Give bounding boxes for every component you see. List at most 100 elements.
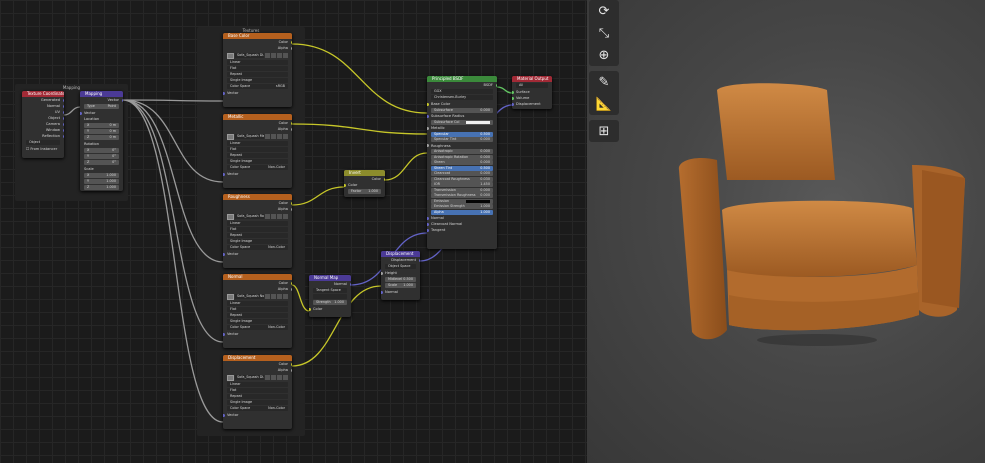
socket-icon[interactable] — [62, 122, 64, 126]
output-alpha[interactable]: Alpha — [223, 367, 292, 373]
socket-icon[interactable] — [383, 177, 385, 181]
3d-viewport[interactable]: ⟳ ⤡ ⊕ ✎ 📐 ⊞ — [587, 0, 985, 463]
interpolation-dropdown[interactable]: Linear — [227, 60, 288, 65]
source-dropdown[interactable]: Single Image — [227, 400, 288, 405]
image-selector[interactable]: Sofa_Squash Ro... — [227, 213, 288, 220]
socket-icon[interactable] — [512, 96, 514, 100]
image-name[interactable]: Sofa_Squash Di... — [235, 375, 264, 380]
input-subsurface-col[interactable]: Subsurface Col — [431, 119, 493, 125]
duplicate-icon[interactable] — [271, 53, 276, 58]
socket-icon[interactable] — [290, 368, 292, 372]
socket-icon[interactable] — [427, 102, 429, 106]
image-name[interactable]: Sofa_Squash No... — [235, 294, 264, 299]
close-icon[interactable] — [283, 294, 288, 299]
source-dropdown[interactable]: Single Image — [227, 78, 288, 83]
shield-icon[interactable] — [265, 214, 270, 219]
add-cube-tool[interactable]: ⊞ — [589, 120, 619, 142]
close-icon[interactable] — [283, 214, 288, 219]
close-icon[interactable] — [283, 375, 288, 380]
normal-map-node[interactable]: Normal Map Normal Tangent Space Strength… — [309, 275, 351, 317]
texture-coordinate-node[interactable]: Texture Coordinate Generated Normal UV O… — [22, 91, 64, 158]
interpolation-dropdown[interactable]: Linear — [227, 221, 288, 226]
projection-dropdown[interactable]: Flat — [227, 66, 288, 71]
color-space-dropdown[interactable]: Color Space Non-Color — [227, 245, 288, 250]
socket-icon[interactable] — [80, 111, 82, 115]
extension-dropdown[interactable]: Repeat — [227, 394, 288, 399]
output-alpha[interactable]: Alpha — [223, 45, 292, 51]
close-icon[interactable] — [283, 53, 288, 58]
extension-dropdown[interactable]: Repeat — [227, 233, 288, 238]
input-vector[interactable]: Vector — [223, 251, 292, 257]
space-dropdown[interactable]: Object Space — [385, 264, 416, 269]
scale-tool[interactable]: ⤡ — [589, 22, 619, 44]
color-space-dropdown[interactable]: Color Space sRGB — [227, 84, 288, 89]
socket-icon[interactable] — [290, 127, 292, 131]
socket-icon[interactable] — [223, 252, 225, 256]
input-clearcoat-roughness[interactable]: Clearcoat Roughness 0.030 — [431, 176, 493, 182]
image-selector[interactable]: Sofa_Squash Me... — [227, 133, 288, 140]
factor-field[interactable]: Factor 1.000 — [348, 189, 381, 194]
input-transmission[interactable]: Transmission 0.000 — [431, 187, 493, 193]
image-texture-node-base-color[interactable]: Base Color Color Alpha Sofa_Squash Di...… — [223, 33, 292, 107]
socket-icon[interactable] — [223, 332, 225, 336]
input-specular[interactable]: Specular 0.500 — [431, 131, 493, 137]
scale-z[interactable]: Z 1.000 — [84, 185, 119, 190]
input-vector[interactable]: Vector — [223, 412, 292, 418]
rotation-z[interactable]: Z 0° — [84, 160, 119, 165]
shield-icon[interactable] — [265, 134, 270, 139]
object-field[interactable]: Object — [26, 140, 60, 145]
image-texture-node-normal[interactable]: Normal Color Alpha Sofa_Squash No... Lin… — [223, 274, 292, 348]
socket-icon[interactable] — [290, 362, 292, 366]
duplicate-icon[interactable] — [271, 294, 276, 299]
output-vector[interactable]: Vector — [80, 97, 123, 103]
socket-icon[interactable] — [427, 114, 429, 118]
from-instancer-checkbox[interactable]: ☐ From Instancer — [22, 146, 64, 152]
socket-icon[interactable] — [290, 201, 292, 205]
subsurface-method-dropdown[interactable]: Christensen-Burley — [431, 95, 493, 100]
socket-icon[interactable] — [290, 281, 292, 285]
output-alpha[interactable]: Alpha — [223, 286, 292, 292]
input-specular-tint[interactable]: Specular Tint 0.000 — [431, 137, 493, 142]
input-roughness[interactable]: Roughness — [427, 143, 497, 149]
socket-icon[interactable] — [223, 172, 225, 176]
rotate-tool[interactable]: ⟳ — [589, 0, 619, 22]
measure-tool[interactable]: 📐 — [589, 93, 619, 115]
socket-icon[interactable] — [418, 258, 420, 262]
image-name[interactable]: Sofa_Squash Ro... — [235, 214, 264, 219]
socket-icon[interactable] — [62, 110, 64, 114]
shield-icon[interactable] — [265, 53, 270, 58]
source-dropdown[interactable]: Single Image — [227, 319, 288, 324]
input-sheen-tint[interactable]: Sheen Tint 0.500 — [431, 165, 493, 171]
color-swatch[interactable] — [466, 120, 490, 124]
socket-icon[interactable] — [223, 413, 225, 417]
mapping-node[interactable]: Mapping Vector Type Point Vector Location… — [80, 91, 123, 191]
duplicate-icon[interactable] — [271, 214, 276, 219]
socket-icon[interactable] — [223, 91, 225, 95]
folder-icon[interactable] — [277, 134, 282, 139]
socket-icon[interactable] — [495, 83, 497, 87]
socket-icon[interactable] — [512, 90, 514, 94]
extension-dropdown[interactable]: Repeat — [227, 313, 288, 318]
socket-icon[interactable] — [427, 126, 429, 130]
input-anisotropic-rotation[interactable]: Anisotropic Rotation 0.000 — [431, 154, 493, 160]
location-z[interactable]: Z0 m — [84, 135, 119, 140]
input-transmission-roughness[interactable]: Transmission Roughness 0.000 — [431, 193, 493, 198]
input-clearcoat[interactable]: Clearcoat 0.000 — [431, 171, 493, 176]
image-texture-node-displacement[interactable]: Displacement Color Alpha Sofa_Squash Di.… — [223, 355, 292, 429]
input-vector[interactable]: Vector — [223, 331, 292, 337]
socket-icon[interactable] — [427, 222, 429, 226]
rotation-y[interactable]: Y 0° — [84, 154, 119, 159]
socket-icon[interactable] — [62, 104, 64, 108]
socket-icon[interactable] — [381, 290, 383, 294]
interpolation-dropdown[interactable]: Linear — [227, 382, 288, 387]
projection-dropdown[interactable]: Flat — [227, 307, 288, 312]
scale-y[interactable]: Y 1.000 — [84, 179, 119, 184]
strength-field[interactable]: Strength 1.000 — [313, 300, 347, 305]
socket-icon[interactable] — [344, 183, 346, 187]
image-thumbnail-icon[interactable] — [227, 133, 234, 140]
socket-icon[interactable] — [427, 228, 429, 232]
input-color[interactable]: Color — [309, 306, 351, 312]
output-normal[interactable]: Normal — [309, 281, 351, 287]
distribution-dropdown[interactable]: GGX — [431, 89, 493, 94]
principled-bsdf-node[interactable]: Principled BSDF BSDF GGX Christensen-Bur… — [427, 76, 497, 249]
